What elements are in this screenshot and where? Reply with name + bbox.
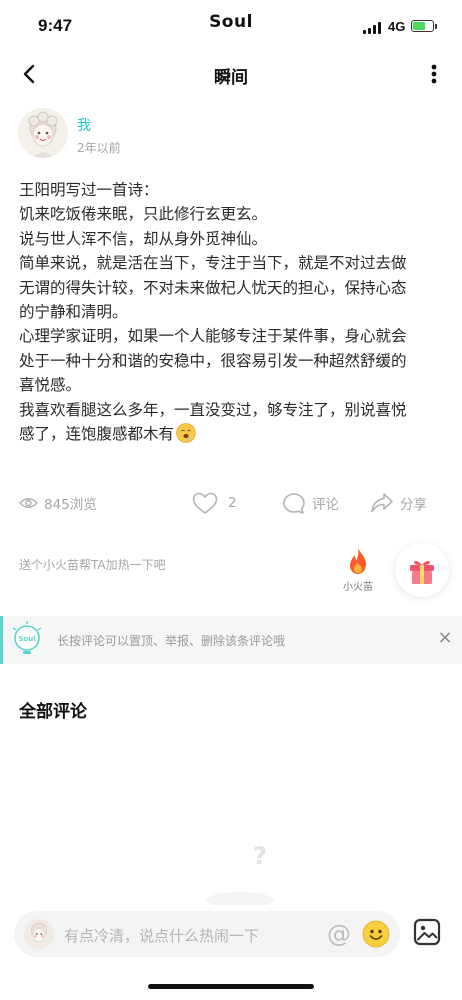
post-line: 处于一种十分和谐的安稳中，很容易引发一种超然舒缓的 bbox=[19, 351, 407, 370]
author-avatar[interactable] bbox=[18, 108, 68, 158]
tip-badge: Soul bbox=[18, 635, 35, 643]
tip-text: 长按评论可以置顶、举报、删除该条评论哦 bbox=[57, 634, 286, 648]
post-timestamp: 2年以前 bbox=[77, 141, 121, 155]
post-line: 的宁静和清明。 bbox=[19, 303, 128, 322]
like-count: 2 bbox=[228, 495, 237, 511]
svg-text:?: ? bbox=[253, 842, 267, 870]
soul-lightbulb-icon: Soul bbox=[12, 621, 42, 654]
signal-icon bbox=[363, 22, 383, 34]
nav-bar: 瞬间 bbox=[0, 52, 462, 96]
composer-avatar bbox=[24, 919, 54, 949]
post-line: 我喜欢看腿这么多年，一直没变过，够专注了，别说喜悦 bbox=[19, 400, 407, 419]
comment-placeholder: 有点冷清，说点什么热闹一下 bbox=[64, 927, 260, 945]
comment-label: 评论 bbox=[312, 497, 339, 513]
eye-icon bbox=[19, 498, 38, 508]
post-line: 简单来说，就是活在当下，专注于当下，就是不对过去做 bbox=[19, 254, 407, 273]
comment-button[interactable]: 评论 bbox=[282, 488, 339, 518]
gift-icon bbox=[410, 561, 434, 584]
post-line: 王阳明写过一首诗： bbox=[19, 181, 159, 199]
share-button[interactable]: 分享 bbox=[370, 488, 427, 518]
battery-tip bbox=[435, 24, 437, 29]
fire-label: 小火苗 bbox=[343, 582, 373, 593]
boost-hint: 送个小火苗帮TA加热一下吧 bbox=[19, 558, 166, 572]
avatar-illustration bbox=[18, 108, 68, 158]
author-name[interactable]: 我 bbox=[77, 115, 91, 135]
home-indicator bbox=[148, 984, 314, 989]
avatar-illustration bbox=[24, 919, 54, 949]
gift-button[interactable] bbox=[395, 543, 449, 597]
close-icon[interactable]: × bbox=[436, 627, 454, 648]
at-mention-icon[interactable]: @ bbox=[324, 919, 354, 949]
views-stat: 845浏览 bbox=[19, 488, 97, 518]
emoji-picker-icon[interactable] bbox=[362, 920, 390, 948]
like-button[interactable]: 2 bbox=[192, 488, 237, 518]
post-content: 王阳明写过一首诗： 饥来吃饭倦来眠，只此修行玄更玄。 说与世人浑不信，却从身外觅… bbox=[19, 178, 447, 446]
more-vertical-icon[interactable] bbox=[422, 58, 446, 90]
comment-composer: 有点冷清，说点什么热闹一下 @ bbox=[0, 905, 462, 965]
post-line: 说与世人浑不信，却从身外觅神仙。 bbox=[19, 229, 268, 248]
drooling-face-emoji bbox=[176, 423, 196, 443]
network-label: 4G bbox=[388, 19, 406, 34]
comment-bubble-icon bbox=[283, 492, 305, 514]
comment-input[interactable]: 有点冷清，说点什么热闹一下 @ bbox=[14, 911, 400, 957]
comments-section-title: 全部评论 bbox=[19, 702, 87, 722]
post-line-last: 感了，连饱腹感都木有 bbox=[19, 422, 447, 446]
battery-icon bbox=[411, 20, 434, 32]
post-actions: 845浏览 2 评论 分享 bbox=[0, 488, 462, 518]
post-line: 心理学家证明，如果一个人能够专注于某件事，身心就会 bbox=[19, 327, 407, 346]
views-count: 845浏览 bbox=[44, 497, 97, 513]
empty-comments-illustration: ? bbox=[206, 842, 274, 908]
post-line: 感了，连饱腹感都木有 bbox=[19, 425, 175, 444]
image-picker-icon[interactable] bbox=[412, 917, 442, 947]
page-title: 瞬间 bbox=[214, 68, 248, 88]
heart-icon bbox=[192, 492, 218, 514]
share-arrow-icon bbox=[371, 493, 393, 513]
post-line: 无谓的得失计较，不对未来做杞人忧天的担心，保持心态 bbox=[19, 278, 407, 297]
status-bar: 9:47 Soul 4G bbox=[0, 0, 462, 52]
fire-button[interactable]: 小火苗 bbox=[338, 546, 378, 593]
fire-icon bbox=[350, 547, 366, 574]
post-line: 喜悦感。 bbox=[19, 376, 82, 395]
tip-banner: Soul 长按评论可以置顶、举报、删除该条评论哦 × bbox=[0, 616, 462, 664]
share-label: 分享 bbox=[400, 497, 427, 513]
post-line: 饥来吃饭倦来眠，只此修行玄更玄。 bbox=[19, 205, 268, 224]
